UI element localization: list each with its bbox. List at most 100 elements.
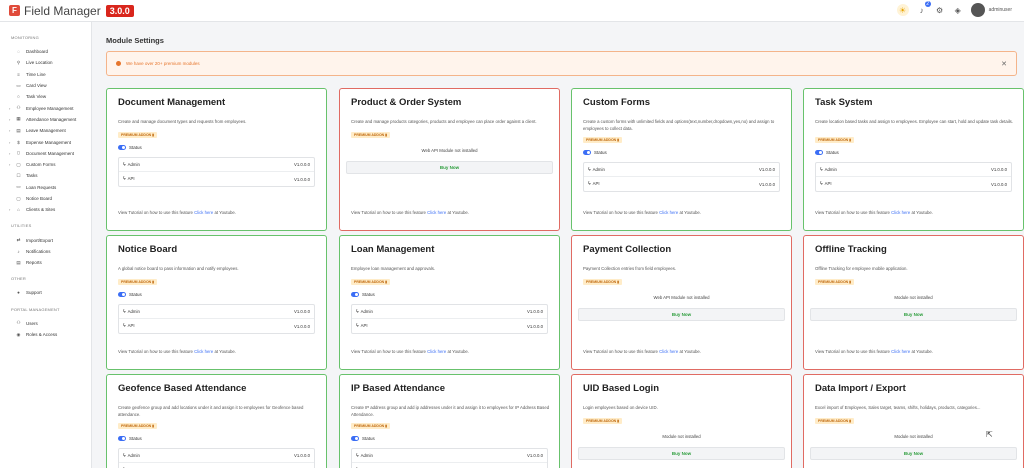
buy-now-button[interactable]: Buy Now <box>346 161 553 174</box>
toggle-switch[interactable] <box>118 145 126 150</box>
status-toggle[interactable]: Status <box>118 145 142 150</box>
sidebar-item-document-management[interactable]: › ▯ Document Management <box>0 148 91 159</box>
api-version-row: ϟ API V1.0.0.0 <box>119 319 314 333</box>
notice-icon: ▢ <box>16 195 21 201</box>
status-toggle[interactable]: Status <box>351 436 375 441</box>
admin-label: Admin <box>127 452 140 458</box>
tutorial-link[interactable]: Click here <box>427 349 446 354</box>
status-toggle[interactable]: Status <box>118 292 142 297</box>
status-toggle[interactable]: Status <box>583 150 607 155</box>
sidebar-item-dashboard[interactable]: ◌ Dashboard <box>0 46 91 57</box>
module-description: Offline Tracking for employee mobile app… <box>815 266 908 271</box>
status-label: Status <box>129 145 142 150</box>
version-badge: 3.0.0 <box>105 4 134 17</box>
status-toggle[interactable]: Status <box>815 150 839 155</box>
tutorial-link[interactable]: Click here <box>659 210 678 215</box>
sidebar-item-notifications[interactable]: ♪ Notifications <box>0 246 91 257</box>
bolt-icon: ϟ <box>820 181 823 187</box>
app-logo[interactable]: F Field Manager 3.0.0 <box>9 4 134 18</box>
bolt-icon: ϟ <box>820 166 823 173</box>
api-version-row: ϟ API V1.0.0.0 <box>119 172 314 186</box>
sidebar-item-reports[interactable]: ▤ Reports <box>0 257 91 268</box>
buy-now-button[interactable]: Buy Now <box>810 308 1017 321</box>
bell-icon: ♪ <box>17 248 20 254</box>
theme-toggle-icon[interactable]: ☀ <box>896 4 909 16</box>
sidebar-item-attendance-management[interactable]: › ▦ Attendance Management <box>0 114 91 125</box>
bell-icon[interactable]: ♪ 2 <box>917 1 931 15</box>
sidebar-item-time-line[interactable]: ≡ Time Line <box>0 69 91 80</box>
premium-addon-badge: PREMIUM ADDON ▮ <box>583 279 623 285</box>
sidebar-item-clients-sites[interactable]: › ⌂ Clients & Sites <box>0 204 91 215</box>
buy-now-button[interactable]: Buy Now <box>578 308 785 321</box>
module-versions: ϟAdmin V1.0.0.0 ϟAPI <box>118 448 315 468</box>
sidebar-item-live-location[interactable]: ⚲ Live Location <box>0 57 91 68</box>
status-toggle[interactable]: Status <box>118 436 142 441</box>
api-version-row: ϟ API V1.0.0.0 <box>352 319 547 333</box>
sidebar-item-loan-requests[interactable]: ▭ Loan Requests <box>0 182 91 193</box>
tutorial-prefix: View Tutorial on how to use this feature <box>815 210 890 215</box>
sidebar-item-card-view[interactable]: ▭ Card View <box>0 80 91 91</box>
sidebar-item-tasks[interactable]: ☐ Tasks <box>0 170 91 181</box>
sidebar-item-import-export[interactable]: ⇄ Import/Export <box>0 234 91 245</box>
sidebar-item-notice-board[interactable]: ▢ Notice Board <box>0 193 91 204</box>
toggle-switch[interactable] <box>351 292 359 297</box>
admin-label: Admin <box>592 166 605 172</box>
toggle-switch[interactable] <box>583 150 591 155</box>
tutorial-link[interactable]: Click here <box>194 210 213 215</box>
tutorial-link[interactable]: Click here <box>427 210 446 215</box>
sidebar-item-label: Notifications <box>26 248 51 254</box>
status-label: Status <box>594 150 607 155</box>
layers-icon[interactable]: ◈ <box>953 5 963 15</box>
tutorial-link[interactable]: Click here <box>891 349 910 354</box>
admin-version: V1.0.0.0 <box>293 453 310 458</box>
status-label: Status <box>129 436 142 441</box>
sidebar-item-label: Dashboard <box>26 49 49 55</box>
admin-version: V1.0.0.0 <box>990 167 1007 172</box>
toggle-switch[interactable] <box>118 292 126 297</box>
module-card: Geofence Based Attendance Create geofence… <box>106 374 327 468</box>
mouse-cursor-icon: ⇱ <box>986 430 993 439</box>
buy-now-button[interactable]: Buy Now <box>810 447 1017 460</box>
avatar[interactable] <box>970 3 985 17</box>
sidebar-item-label: Task View <box>26 94 47 100</box>
gear-icon[interactable]: ⚙ <box>935 5 945 15</box>
notification-count: 2 <box>924 1 931 7</box>
module-card: Notice Board A global notice board to pas… <box>106 235 327 370</box>
tutorial-text: View Tutorial on how to use this feature… <box>351 209 481 216</box>
sidebar-item-roles-access[interactable]: ◉ Roles & Access <box>0 329 91 340</box>
admin-label: Admin <box>824 166 837 172</box>
module-not-installed-text: Web API Module not installed <box>653 295 710 300</box>
sidebar-item-label: Tasks <box>26 173 38 179</box>
toggle-switch[interactable] <box>118 436 126 441</box>
buy-now-button[interactable]: Buy Now <box>578 447 785 460</box>
tutorial-link[interactable]: Click here <box>659 349 678 354</box>
status-toggle[interactable]: Status <box>351 292 375 297</box>
module-card: Task System Create location based tasks a… <box>803 88 1024 231</box>
api-version: V1.0.0.0 <box>293 176 310 182</box>
tutorial-prefix: View Tutorial on how to use this feature <box>351 349 426 354</box>
tutorial-text: View Tutorial on how to use this feature… <box>118 209 248 216</box>
premium-addon-badge: PREMIUM ADDON ▮ <box>815 279 855 285</box>
api-version-row: ϟAPI <box>119 463 314 468</box>
toggle-switch[interactable] <box>815 150 823 155</box>
sidebar-item-custom-forms[interactable]: › ▢ Custom Forms <box>0 159 91 170</box>
tutorial-link[interactable]: Click here <box>891 210 910 215</box>
module-title: Data Import / Export <box>815 383 906 394</box>
page-title: Module Settings <box>106 36 164 45</box>
sidebar-item-employee-management[interactable]: › ⚇ Employee Management <box>0 102 91 113</box>
dashboard-icon: ◌ <box>17 49 20 55</box>
module-versions: ϟ Admin V1.0.0.0 ϟ API V1.0.0.0 <box>118 304 315 334</box>
admin-version-row: ϟ Admin V1.0.0.0 <box>119 158 314 172</box>
toggle-switch[interactable] <box>351 436 359 441</box>
sidebar-item-label: Import/Export <box>26 237 54 243</box>
sidebar-item-expense-management[interactable]: › $ Expense Management <box>0 136 91 147</box>
tutorial-link[interactable]: Click here <box>194 349 213 354</box>
user-name[interactable]: adminuser <box>989 7 1012 13</box>
loan-icon: ▭ <box>16 184 21 190</box>
close-icon[interactable]: ✕ <box>1001 60 1007 68</box>
main-content: Module Settings We have over 20+ premium… <box>93 22 1024 468</box>
sidebar-item-support[interactable]: ● Support <box>0 287 91 298</box>
sidebar-item-leave-management[interactable]: › ▤ Leave Management <box>0 125 91 136</box>
sidebar-item-users[interactable]: ⚇ Users <box>0 318 91 329</box>
sidebar-item-task-view[interactable]: ○ Task View <box>0 91 91 102</box>
